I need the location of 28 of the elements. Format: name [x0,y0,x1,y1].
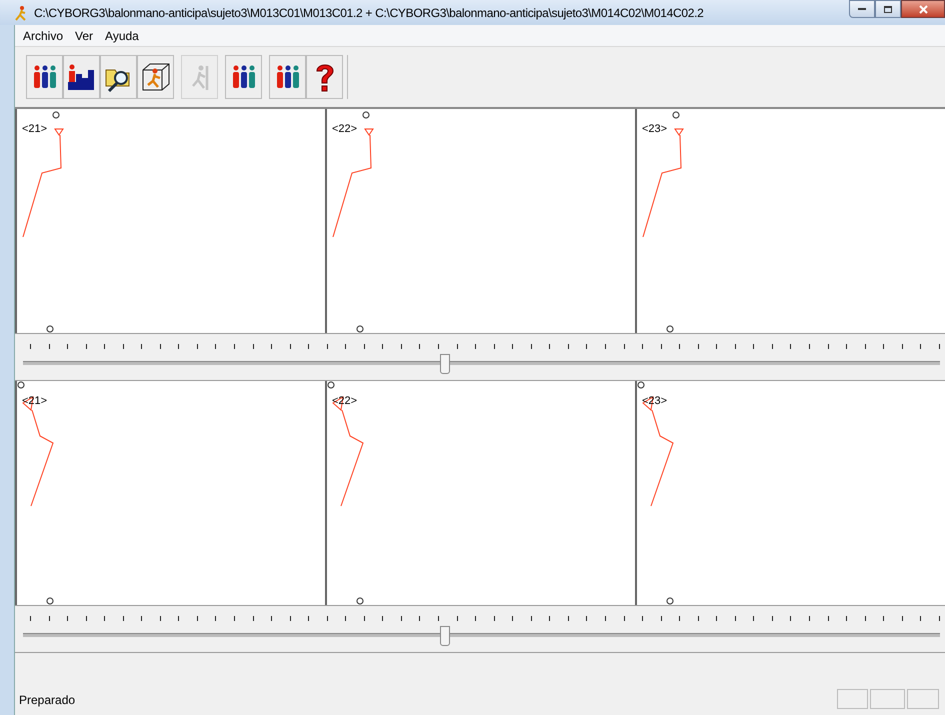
frame-label: <21> [22,122,48,137]
menu-item[interactable]: Ayuda [105,26,139,44]
cube-figure-icon [140,61,172,93]
menu-item[interactable]: Archivo [23,26,64,44]
slider-thumb[interactable] [440,354,450,374]
toolbar-button[interactable] [137,55,174,99]
toolbar-button[interactable] [306,55,343,99]
minimize-button[interactable] [849,0,875,18]
status-pane [907,689,939,709]
toolbar-button[interactable] [225,55,262,99]
status-pane [837,689,868,709]
toolbar-button[interactable] [63,55,100,99]
status-pane [870,689,905,709]
stick-figure-icon [14,4,28,20]
toolbar-button[interactable] [100,55,137,99]
toolbar-button[interactable] [269,55,306,99]
maximize-button[interactable] [875,0,901,18]
toolbar-button[interactable] [26,55,63,99]
frame-label: <22> [332,122,358,137]
frame-slider[interactable] [15,605,945,653]
menu-item[interactable]: Ver [75,26,94,44]
close-icon [918,4,928,14]
frame-slider[interactable] [15,333,945,381]
frame-label: <23> [642,122,668,137]
status-text: Preparado [19,692,76,709]
close-button[interactable] [901,0,945,18]
slider-thumb[interactable] [440,626,450,646]
window-title: C:\CYBORG3\balonmano-anticipa\sujeto3\M013C01\M013C01.2 + C:\CYBORG3\balonmano-anticipa\sujeto3\M014C02\M014C02.2 [34,4,704,22]
